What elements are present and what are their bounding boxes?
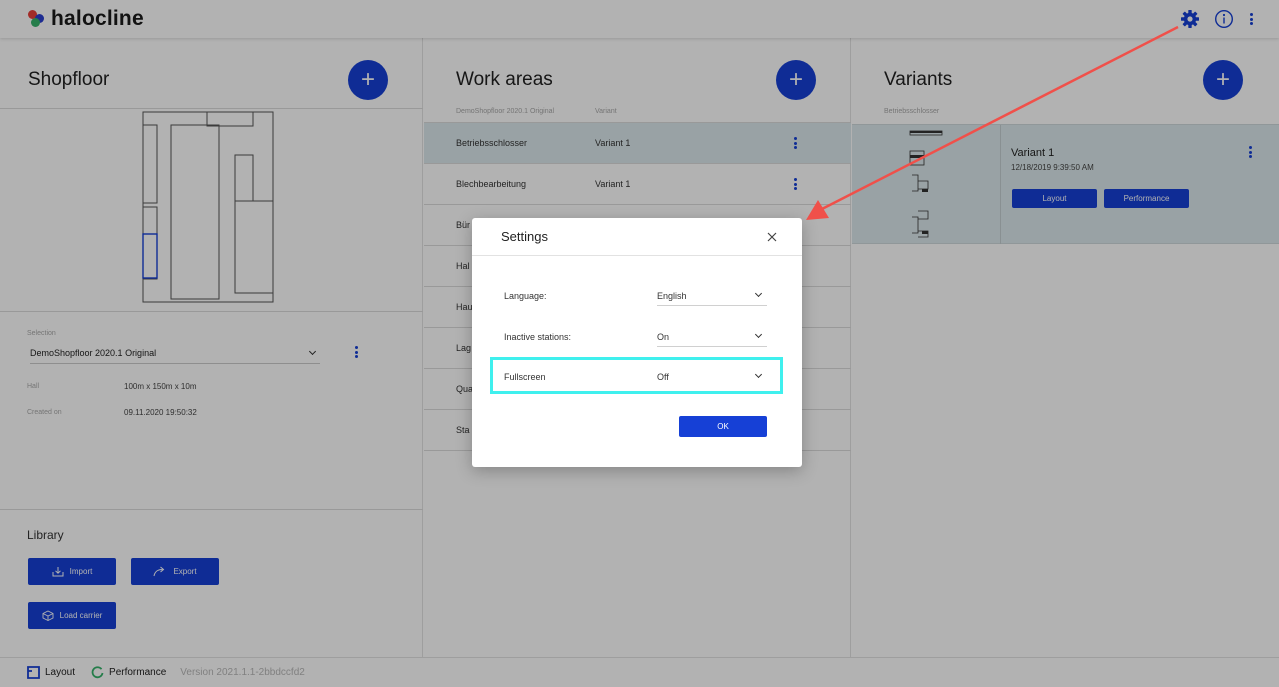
chevron-down-icon bbox=[754, 330, 763, 339]
close-icon[interactable] bbox=[765, 230, 779, 244]
chevron-down-icon bbox=[754, 370, 763, 379]
language-label: Language: bbox=[504, 291, 547, 301]
settings-dialog: Settings Language: English Inactive stat… bbox=[472, 218, 802, 467]
fullscreen-select[interactable]: Off bbox=[657, 367, 767, 387]
inactive-stations-value: On bbox=[657, 332, 670, 342]
fullscreen-value: Off bbox=[657, 372, 669, 382]
language-select[interactable]: English bbox=[657, 286, 767, 306]
ok-button[interactable]: OK bbox=[679, 416, 767, 437]
inactive-stations-label: Inactive stations: bbox=[504, 332, 572, 342]
inactive-stations-select[interactable]: On bbox=[657, 327, 767, 347]
fullscreen-setting: Fullscreen Off bbox=[504, 367, 770, 391]
fullscreen-label: Fullscreen bbox=[504, 372, 546, 382]
language-setting: Language: English bbox=[504, 286, 770, 310]
language-value: English bbox=[657, 291, 687, 301]
chevron-down-icon bbox=[754, 289, 763, 298]
inactive-stations-setting: Inactive stations: On bbox=[504, 327, 770, 351]
settings-title: Settings bbox=[501, 229, 548, 244]
